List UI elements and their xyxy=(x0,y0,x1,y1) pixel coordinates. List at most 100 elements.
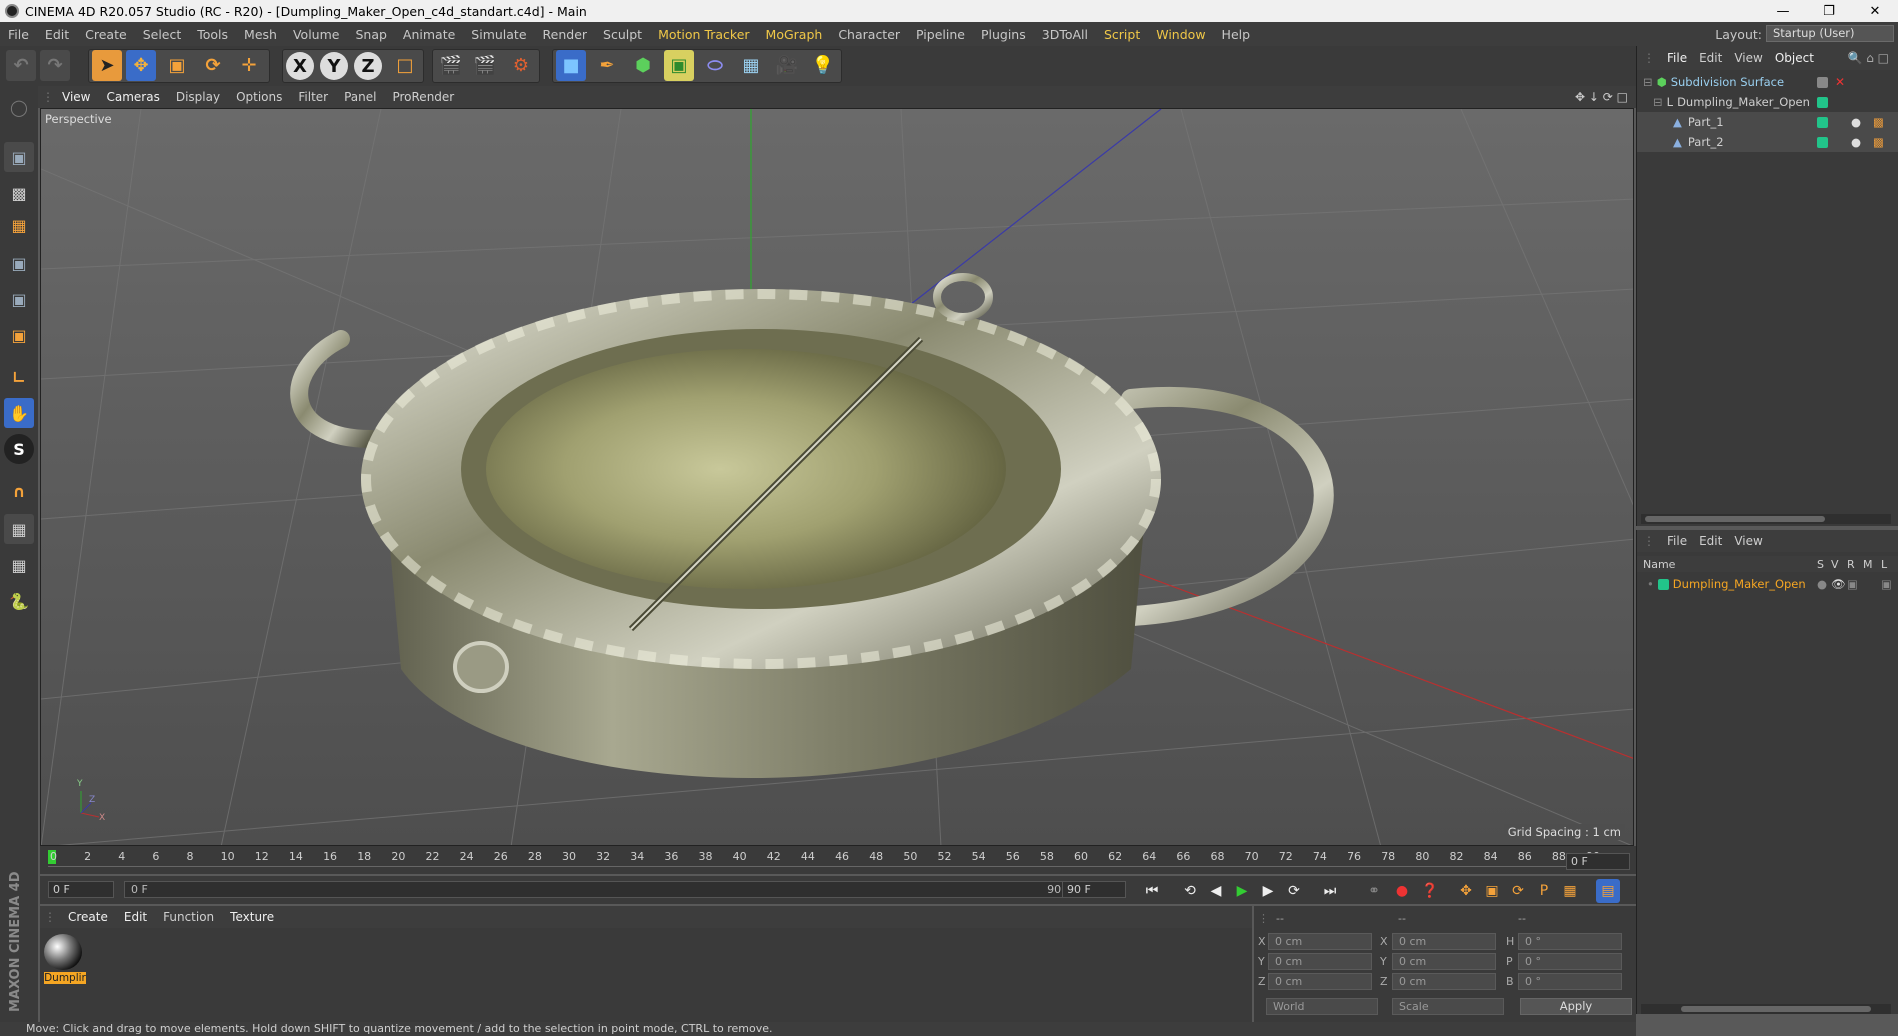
light-object-icon[interactable]: 💡 xyxy=(808,50,838,81)
layer-solo-icon[interactable]: ● xyxy=(1817,577,1827,591)
array-generator-icon[interactable]: ▣ xyxy=(664,50,694,81)
menu-sculpt[interactable]: Sculpt xyxy=(595,27,650,42)
key-position-icon[interactable]: ✥ xyxy=(1454,879,1478,903)
size-z-field[interactable]: 0 cm xyxy=(1392,973,1496,990)
menu-mesh[interactable]: Mesh xyxy=(236,27,285,42)
coordinate-space-select[interactable]: World xyxy=(1266,998,1378,1015)
material-tag-icon[interactable]: ● xyxy=(1851,135,1861,149)
menu-mograph[interactable]: MoGraph xyxy=(758,27,831,42)
object-drag-handle-icon[interactable]: ⋮ xyxy=(1637,51,1661,65)
render-view-icon[interactable]: 🎬 xyxy=(436,50,466,81)
timeline-ruler[interactable]: 0 2 4 6 8 10 12 14 16 18 20 22 24 26 28 30 32 34 36 38 40 42 4… xyxy=(40,846,1636,874)
viewport-menu-prorender[interactable]: ProRender xyxy=(384,90,462,104)
start-frame-field[interactable]: 0 F xyxy=(48,881,114,898)
layer-drag-handle-icon[interactable]: ⋮ xyxy=(1637,534,1661,548)
coordinate-system-icon[interactable]: □ xyxy=(390,50,420,81)
viewport-menu-options[interactable]: Options xyxy=(228,90,290,104)
play-icon[interactable]: ▶ xyxy=(1230,879,1254,903)
tweak-mode-icon[interactable]: ✋ xyxy=(4,398,34,428)
deformer-icon[interactable]: ⬭ xyxy=(700,50,730,81)
viewport-menu-filter[interactable]: Filter xyxy=(290,90,336,104)
make-editable-icon[interactable]: ◯ xyxy=(4,92,34,122)
menu-snap[interactable]: Snap xyxy=(347,27,394,42)
3d-viewport[interactable]: Perspective Grid Spacing : 1 cm Y Z X xyxy=(40,108,1634,846)
previous-frame-icon[interactable]: ◀ xyxy=(1204,879,1228,903)
previous-key-icon[interactable]: ⟲ xyxy=(1178,879,1202,903)
layer-horizontal-scrollbar[interactable] xyxy=(1641,1004,1891,1014)
edges-mode-icon[interactable]: ▣ xyxy=(4,284,34,314)
layer-color-swatch[interactable] xyxy=(1657,578,1669,590)
menu-file[interactable]: File xyxy=(0,27,37,42)
key-param-icon[interactable]: P xyxy=(1532,879,1556,903)
material-item[interactable]: Dumplir xyxy=(44,934,86,984)
menu-help[interactable]: Help xyxy=(1214,27,1259,42)
subdivision-surface-icon[interactable]: ⬢ xyxy=(628,50,658,81)
material-menu-create[interactable]: Create xyxy=(60,910,116,924)
layer-lock-icon[interactable]: ▣ xyxy=(1881,577,1892,591)
object-horizontal-scrollbar[interactable] xyxy=(1641,514,1891,524)
menu-pipeline[interactable]: Pipeline xyxy=(908,27,973,42)
texture-tag-icon[interactable]: ▩ xyxy=(1873,115,1884,129)
keyframe-record-icon[interactable]: ⚭ xyxy=(1362,879,1386,903)
workplane-mode-icon[interactable]: ▦ xyxy=(4,210,34,240)
python-icon[interactable]: 🐍 xyxy=(4,586,34,616)
key-pla-icon[interactable]: ▦ xyxy=(1558,879,1582,903)
scale-mode-select[interactable]: Scale xyxy=(1392,998,1504,1015)
layer-row[interactable]: • Dumpling_Maker_Open ● 👁 ▣ ▣ xyxy=(1637,574,1898,594)
move-tool-icon[interactable]: ✥ xyxy=(126,50,156,81)
current-frame-field[interactable]: 0 F xyxy=(1566,853,1630,870)
restore-button[interactable]: ❐ xyxy=(1806,0,1852,22)
transform-tool-icon[interactable]: ✛ xyxy=(234,50,264,81)
cube-object-icon[interactable]: ■ xyxy=(556,50,586,81)
scale-tool-icon[interactable]: ▣ xyxy=(162,50,192,81)
object-menu-view[interactable]: View xyxy=(1728,51,1768,65)
layer-visible-icon[interactable]: 👁 xyxy=(1831,577,1846,591)
object-checkbox-icon[interactable] xyxy=(1817,77,1828,88)
polygons-mode-icon[interactable]: ▣ xyxy=(4,320,34,350)
key-rotation-icon[interactable]: ⟳ xyxy=(1506,879,1530,903)
apply-button[interactable]: Apply xyxy=(1520,998,1632,1015)
grid-workplane-icon[interactable]: ▦ xyxy=(4,550,34,580)
expand-toggle-icon[interactable]: ⊟ xyxy=(1643,75,1653,89)
layer-menu-view[interactable]: View xyxy=(1728,534,1768,548)
close-button[interactable]: ✕ xyxy=(1852,0,1898,22)
end-frame-field[interactable]: 90 F xyxy=(1062,881,1126,898)
rotate-tool-icon[interactable]: ⟳ xyxy=(198,50,228,81)
expand-toggle-icon[interactable]: ⊟ xyxy=(1653,95,1663,109)
menu-volume[interactable]: Volume xyxy=(285,27,348,42)
rotation-b-field[interactable]: 0 ° xyxy=(1518,973,1622,990)
object-row-part-2[interactable]: ▲ Part_2 ● ▩ xyxy=(1637,132,1898,152)
timeline-window-icon[interactable]: ▤ xyxy=(1596,879,1620,903)
menu-select[interactable]: Select xyxy=(135,27,190,42)
select-pointer-icon[interactable]: ➤ xyxy=(92,50,122,81)
minimize-button[interactable]: — xyxy=(1760,0,1806,22)
x-axis-lock-icon[interactable]: X xyxy=(286,52,314,80)
viewport-menu-view[interactable]: View xyxy=(54,90,98,104)
model-mode-icon[interactable]: ▣ xyxy=(4,142,34,172)
menu-script[interactable]: Script xyxy=(1096,27,1148,42)
object-menu-edit[interactable]: Edit xyxy=(1693,51,1728,65)
layer-color-swatch[interactable] xyxy=(1817,137,1828,148)
menu-motion-tracker[interactable]: Motion Tracker xyxy=(650,27,757,42)
object-row-dumpling-maker-open[interactable]: ⊟ L Dumpling_Maker_Open xyxy=(1637,92,1898,112)
rotation-p-field[interactable]: 0 ° xyxy=(1518,953,1622,970)
viewport-nav-icons[interactable]: ✥ ↓ ⟳ □ xyxy=(1575,90,1628,104)
y-axis-lock-icon[interactable]: Y xyxy=(320,52,348,80)
camera-object-icon[interactable]: 🎥 xyxy=(772,50,802,81)
texture-mode-icon[interactable]: ▩ xyxy=(4,178,34,208)
viewport-menu-display[interactable]: Display xyxy=(168,90,228,104)
menu-character[interactable]: Character xyxy=(830,27,908,42)
layer-color-swatch[interactable] xyxy=(1817,117,1828,128)
layer-menu-file[interactable]: File xyxy=(1661,534,1693,548)
material-menu-function[interactable]: Function xyxy=(155,910,222,924)
object-row-subdivision-surface[interactable]: ⊟ ⬢ Subdivision Surface ✕ xyxy=(1637,72,1898,92)
pen-spline-icon[interactable]: ✒ xyxy=(592,50,622,81)
viewport-menu-cameras[interactable]: Cameras xyxy=(98,90,167,104)
viewport-menu-panel[interactable]: Panel xyxy=(336,90,384,104)
object-menu-object[interactable]: Object xyxy=(1769,51,1820,65)
menu-simulate[interactable]: Simulate xyxy=(463,27,534,42)
size-x-field[interactable]: 0 cm xyxy=(1392,933,1496,950)
autokey-icon[interactable]: ● xyxy=(1390,879,1414,903)
next-key-icon[interactable]: ⟳ xyxy=(1282,879,1306,903)
key-scale-icon[interactable]: ▣ xyxy=(1480,879,1504,903)
